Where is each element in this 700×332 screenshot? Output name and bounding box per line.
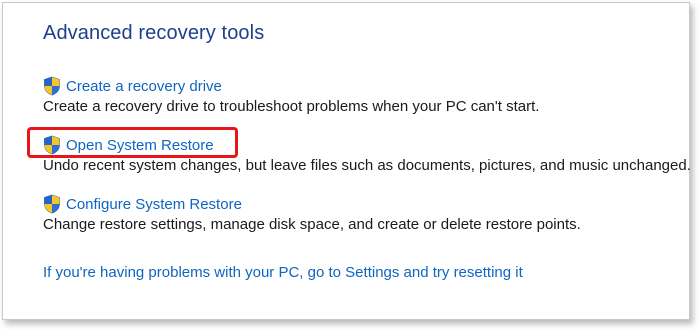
page-title: Advanced recovery tools (43, 22, 265, 44)
create-recovery-drive-description: Create a recovery drive to troubleshoot … (43, 98, 540, 115)
create-recovery-drive-label[interactable]: Create a recovery drive (66, 78, 222, 95)
open-system-restore-link[interactable]: Open System Restore (43, 135, 214, 155)
uac-shield-icon (43, 135, 61, 155)
control-panel-window: Advanced recovery tools Create a recover… (2, 2, 691, 320)
reset-pc-settings-link[interactable]: If you're having problems with your PC, … (43, 264, 523, 281)
uac-shield-icon (43, 194, 61, 214)
create-recovery-drive-link[interactable]: Create a recovery drive (43, 76, 222, 96)
configure-system-restore-description: Change restore settings, manage disk spa… (43, 216, 581, 233)
configure-system-restore-link[interactable]: Configure System Restore (43, 194, 242, 214)
open-system-restore-label[interactable]: Open System Restore (66, 137, 214, 154)
uac-shield-icon (43, 76, 61, 96)
configure-system-restore-label[interactable]: Configure System Restore (66, 196, 242, 213)
open-system-restore-description: Undo recent system changes, but leave fi… (43, 157, 691, 174)
